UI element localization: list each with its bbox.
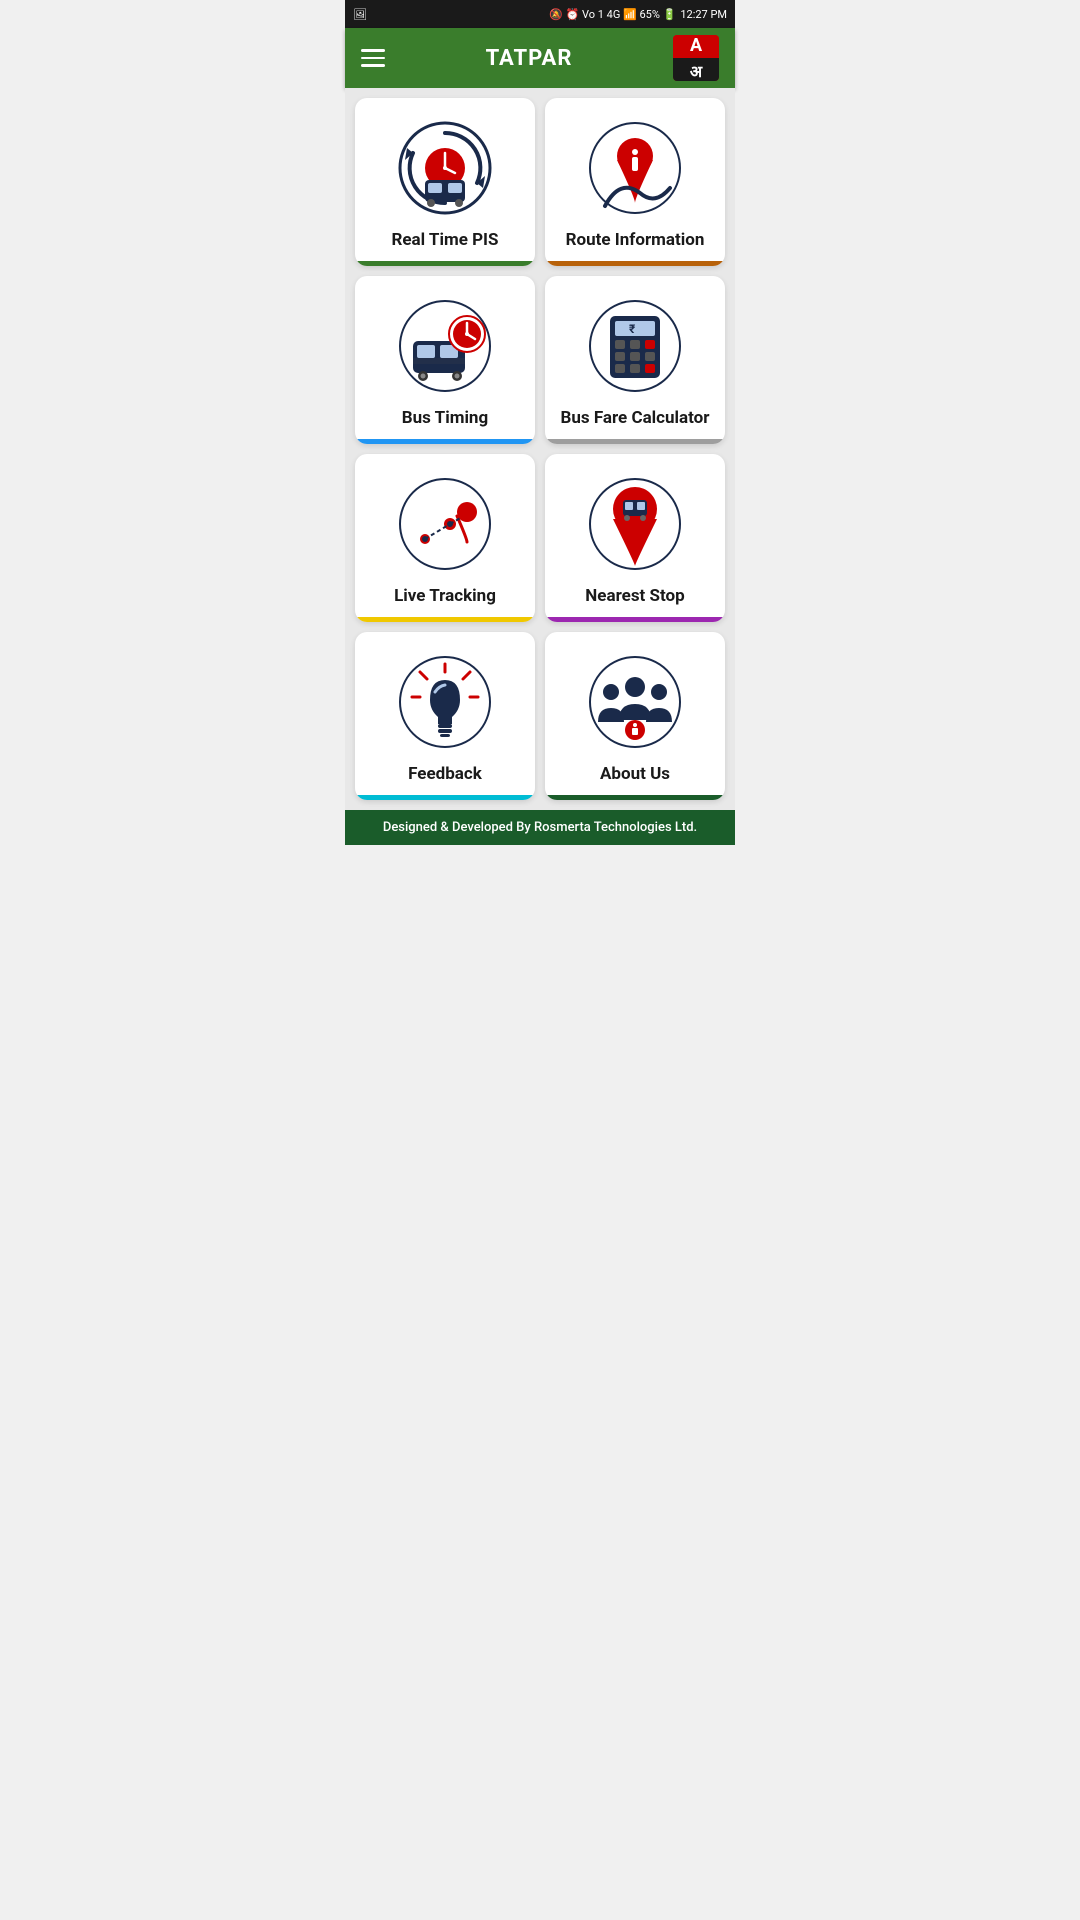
footer: Designed & Developed By Rosmerta Technol… xyxy=(345,810,735,845)
live-tracking-label: Live Tracking xyxy=(394,586,496,606)
card-about-us[interactable]: About Us xyxy=(545,632,725,800)
route-information-label: Route Information xyxy=(566,230,705,250)
real-time-pis-icon xyxy=(395,118,495,218)
card-bus-timing[interactable]: Bus Timing xyxy=(355,276,535,444)
lang-hindi: अ xyxy=(673,58,719,82)
bus-timing-icon xyxy=(395,296,495,396)
bus-timing-label: Bus Timing xyxy=(402,408,488,428)
app-title: TATPAR xyxy=(486,46,573,71)
main-grid: Real Time PIS Route Information xyxy=(345,88,735,810)
card-route-information[interactable]: Route Information xyxy=(545,98,725,266)
lang-english: A xyxy=(673,35,719,58)
route-information-icon xyxy=(585,118,685,218)
card-nearest-stop[interactable]: Nearest Stop xyxy=(545,454,725,622)
bus-fare-calculator-label: Bus Fare Calculator xyxy=(561,408,710,428)
bus-fare-calculator-icon: ₹ xyxy=(585,296,685,396)
feedback-label: Feedback xyxy=(408,764,482,784)
footer-text: Designed & Developed By Rosmerta Technol… xyxy=(383,820,697,835)
real-time-pis-label: Real Time PIS xyxy=(391,230,498,250)
nearest-stop-label: Nearest Stop xyxy=(585,586,684,606)
svg-text:₹: ₹ xyxy=(629,322,636,336)
about-us-label: About Us xyxy=(600,764,670,784)
nearest-stop-icon xyxy=(585,474,685,574)
time: 12:27 PM xyxy=(680,8,727,21)
app-bar: TATPAR A अ xyxy=(345,28,735,88)
photo-icon: 🖼 xyxy=(353,8,367,21)
status-bar: 🖼 🔕 ⏰ Vo 1 4G 📶 65% 🔋 12:27 PM xyxy=(345,0,735,28)
card-live-tracking[interactable]: Live Tracking xyxy=(355,454,535,622)
status-right: 🔕 ⏰ Vo 1 4G 📶 65% 🔋 12:27 PM xyxy=(549,8,727,21)
signal-icons: 🔕 ⏰ Vo 1 4G 📶 65% 🔋 xyxy=(549,8,676,21)
live-tracking-icon xyxy=(395,474,495,574)
about-us-icon xyxy=(585,652,685,752)
hamburger-menu[interactable] xyxy=(361,49,385,67)
status-left: 🖼 xyxy=(353,8,367,21)
language-toggle[interactable]: A अ xyxy=(673,35,719,81)
card-feedback[interactable]: Feedback xyxy=(355,632,535,800)
card-real-time-pis[interactable]: Real Time PIS xyxy=(355,98,535,266)
card-bus-fare-calculator[interactable]: ₹ Bus Fare Calculator xyxy=(545,276,725,444)
feedback-icon xyxy=(395,652,495,752)
